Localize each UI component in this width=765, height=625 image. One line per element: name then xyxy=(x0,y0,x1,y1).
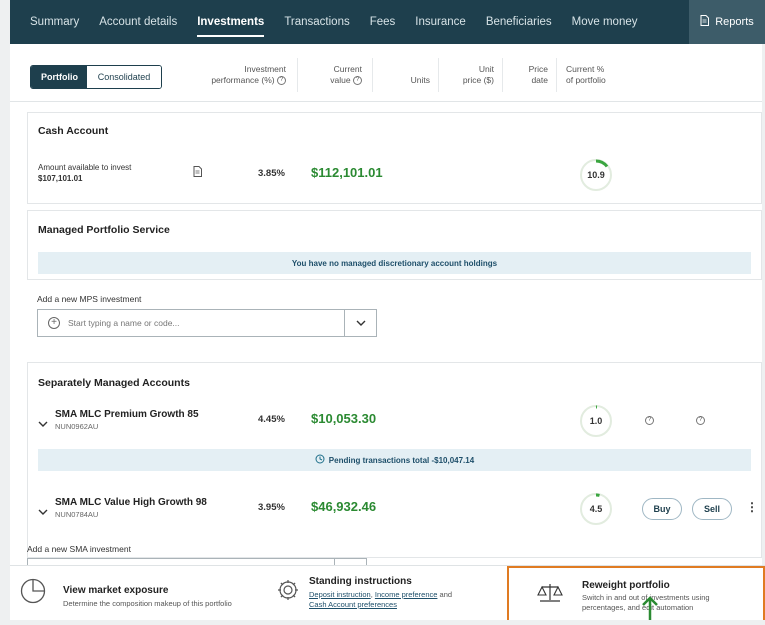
sma-card: Separately Managed Accounts SMA MLC Prem… xyxy=(27,362,762,558)
buy-button[interactable]: Buy xyxy=(642,498,682,520)
pending-transactions-banner: Pending transactions total -$10,047.14 xyxy=(38,449,751,471)
chevron-down-icon[interactable] xyxy=(38,414,48,432)
toggle-consolidated[interactable]: Consolidated xyxy=(87,66,161,88)
sell-button[interactable]: Sell xyxy=(692,498,732,520)
pie-chart-icon xyxy=(20,578,46,609)
standing-instructions-title: Standing instructions xyxy=(309,576,412,587)
cash-value: $112,101.01 xyxy=(311,165,383,180)
view-market-exposure-action[interactable]: View market exposure Determine the compo… xyxy=(10,566,265,621)
col-label: Current xyxy=(333,64,362,74)
and-text: and xyxy=(439,590,453,599)
tab-beneficiaries[interactable]: Beneficiaries xyxy=(476,0,562,44)
separator-text: , xyxy=(370,590,373,599)
standing-instructions-desc: Deposit instruction, Income preference a… xyxy=(309,590,509,610)
sma-holding-pct-ring: 1.0 xyxy=(580,405,612,437)
amount-available-value: $107,101.01 xyxy=(38,174,83,183)
reports-button[interactable]: Reports xyxy=(689,0,765,44)
reweight-portfolio-title: Reweight portfolio xyxy=(582,580,670,591)
col-current-value: Current value ? xyxy=(310,64,362,86)
col-label: value xyxy=(330,75,351,85)
col-label: Investment xyxy=(244,64,286,74)
col-label: Current % xyxy=(566,64,605,74)
standing-instructions-action: Standing instructions Deposit instructio… xyxy=(268,566,514,621)
mps-empty-banner: You have no managed discretionary accoun… xyxy=(38,252,751,274)
mps-card: Managed Portfolio Service You have no ma… xyxy=(27,210,762,280)
top-nav: Summary Account details Investments Tran… xyxy=(10,0,765,44)
cursor-arrow-icon xyxy=(641,596,659,625)
col-units: Units xyxy=(410,75,430,85)
col-investment-performance: Investment performance (%) ? xyxy=(200,64,286,86)
divider xyxy=(438,58,439,92)
tab-investments[interactable]: Investments xyxy=(187,0,274,44)
help-icon[interactable]: ? xyxy=(645,416,654,425)
sma-holding-name[interactable]: SMA MLC Premium Growth 85 xyxy=(55,409,199,420)
help-icon[interactable]: ? xyxy=(696,416,705,425)
toggle-portfolio[interactable]: Portfolio xyxy=(31,66,87,88)
col-label: performance (%) xyxy=(211,75,275,85)
sma-holding-code: NUN0784AU xyxy=(55,510,99,519)
document-icon xyxy=(700,15,710,29)
amount-available-label: Amount available to invest xyxy=(38,163,132,172)
view-toggle: Portfolio Consolidated xyxy=(30,65,162,89)
balance-scale-icon xyxy=(537,583,563,608)
reweight-portfolio-desc-line2: percentages, and edit automation xyxy=(582,603,694,612)
market-exposure-desc: Determine the composition makeup of this… xyxy=(63,599,232,608)
col-unit-price: Unit price ($) xyxy=(446,64,494,86)
document-icon[interactable] xyxy=(193,164,202,182)
sma-holding-value: $46,932.46 xyxy=(311,499,377,514)
tab-transactions[interactable]: Transactions xyxy=(274,0,359,44)
cash-performance: 3.85% xyxy=(258,168,285,179)
cash-portfolio-pct-ring: 10.9 xyxy=(580,159,612,191)
mps-search-placeholder: Start typing a name or code... xyxy=(68,318,180,328)
tab-fees[interactable]: Fees xyxy=(360,0,406,44)
tab-account-details[interactable]: Account details xyxy=(89,0,187,44)
cash-account-preferences-link[interactable]: Cash Account preferences xyxy=(309,600,397,609)
reports-label: Reports xyxy=(715,16,754,28)
tab-move-money[interactable]: Move money xyxy=(562,0,648,44)
gear-icon xyxy=(276,578,300,607)
sma-holding-pct-ring: 4.5 xyxy=(580,493,612,525)
col-label: of portfolio xyxy=(566,75,606,85)
divider xyxy=(502,58,503,92)
col-label: date xyxy=(531,75,548,85)
sma-holding-value: $10,053.30 xyxy=(311,411,377,426)
sma-holding-code: NUN0962AU xyxy=(55,422,99,431)
market-exposure-title: View market exposure xyxy=(63,585,169,596)
mps-add-label: Add a new MPS investment xyxy=(37,294,142,304)
cash-account-title: Cash Account xyxy=(38,125,109,137)
col-label: Price xyxy=(528,64,548,74)
col-price-date: Price date xyxy=(510,64,548,86)
chevron-down-icon[interactable] xyxy=(344,310,376,336)
col-label: Unit xyxy=(478,64,494,74)
sma-title: Separately Managed Accounts xyxy=(38,377,190,389)
plus-circle-icon: + xyxy=(48,317,60,329)
sma-add-label: Add a new SMA investment xyxy=(27,544,131,554)
more-options-icon[interactable]: ⋮ xyxy=(746,500,758,514)
investments-page: Portfolio Consolidated Investment perfor… xyxy=(10,44,762,620)
sma-holding-performance: 4.45% xyxy=(258,414,285,425)
help-icon[interactable]: ? xyxy=(353,76,362,86)
help-icon[interactable]: ? xyxy=(277,76,286,86)
sma-holding-performance: 3.95% xyxy=(258,502,285,513)
divider xyxy=(556,58,557,92)
tab-insurance[interactable]: Insurance xyxy=(405,0,476,44)
tab-summary[interactable]: Summary xyxy=(10,0,89,44)
divider xyxy=(297,58,298,92)
chevron-down-icon[interactable] xyxy=(38,502,48,520)
divider xyxy=(372,58,373,92)
cash-account-card: Cash Account Amount available to invest … xyxy=(27,112,762,204)
income-preference-link[interactable]: Income preference xyxy=(375,590,438,599)
pending-transactions-text: Pending transactions total -$10,047.14 xyxy=(328,455,475,465)
mps-search-input[interactable]: + Start typing a name or code... xyxy=(37,309,377,337)
mps-title: Managed Portfolio Service xyxy=(38,224,170,236)
col-current-pct: Current % of portfolio xyxy=(566,64,626,86)
deposit-instruction-link[interactable]: Deposit instruction xyxy=(309,590,371,599)
sma-holding-name[interactable]: SMA MLC Value High Growth 98 xyxy=(55,497,207,508)
col-label: price ($) xyxy=(462,75,494,85)
column-header: Portfolio Consolidated Investment perfor… xyxy=(10,44,762,102)
clock-icon xyxy=(315,454,325,466)
reweight-portfolio-action[interactable]: Reweight portfolio Switch in and out of … xyxy=(507,566,765,620)
